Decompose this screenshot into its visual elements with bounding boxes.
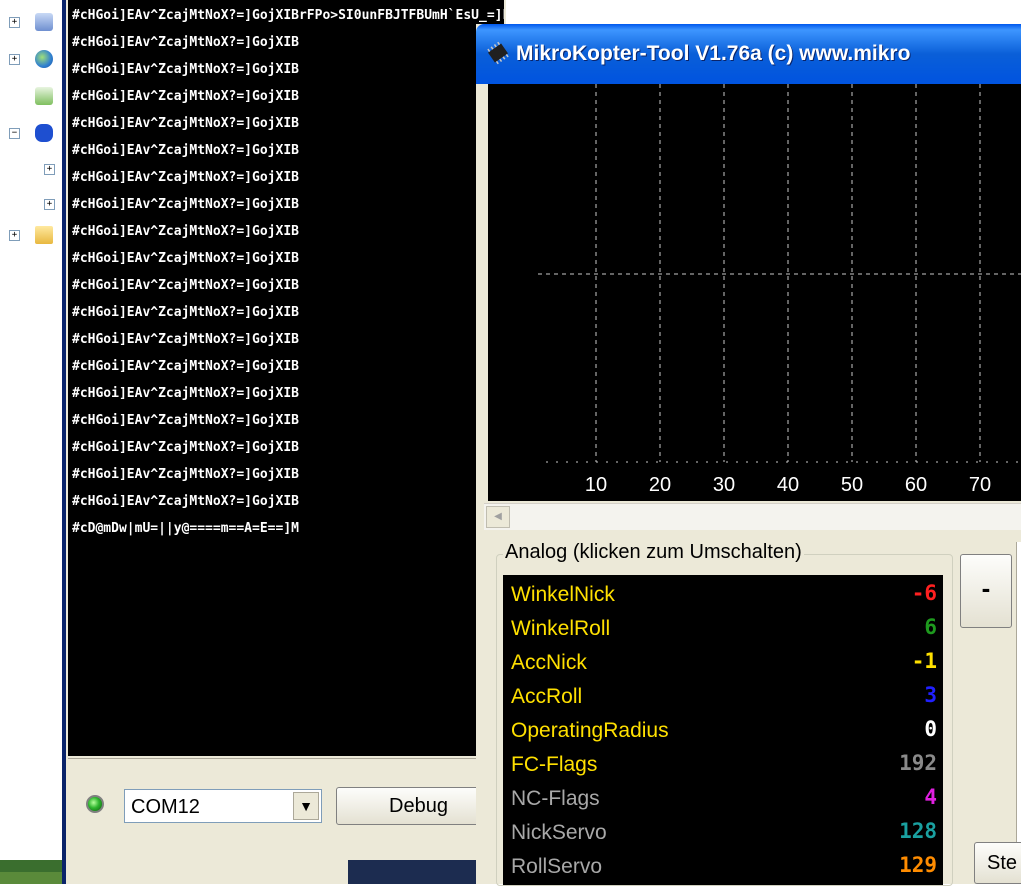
com-port-select[interactable]: COM12 ▼ (124, 789, 322, 823)
terminal-line: #cHGoi]EAv^ZcajMtNoX?=]GojXIB (72, 62, 299, 77)
analog-row[interactable]: OperatingRadius 0 (511, 715, 937, 749)
terminal-toolbar: COM12 ▼ Debug (68, 758, 506, 861)
window-titlebar[interactable]: MikroKopter-Tool V1.76a (c) www.mikro (476, 24, 1021, 84)
analog-row[interactable]: NC-Flags 4 (511, 783, 937, 817)
terminal-output[interactable]: #cHGoi]EAv^ZcajMtNoX?=]GojXIBrFPo>SI0unF… (68, 0, 504, 756)
control-panel-icon (35, 87, 53, 105)
terminal-line: #cHGoi]EAv^ZcajMtNoX?=]GojXIBrFPo>SI0unF… (72, 8, 504, 23)
tree-node[interactable] (0, 86, 62, 106)
tree-node[interactable]: + (0, 159, 62, 179)
minus-button[interactable]: - (960, 554, 1012, 628)
analog-value: -1 (911, 649, 937, 673)
graph-tick-label: 50 (841, 474, 863, 496)
terminal-line: #cHGoi]EAv^ZcajMtNoX?=]GojXIB (72, 278, 299, 293)
tree-node[interactable]: + (0, 49, 62, 69)
analog-value: 128 (899, 819, 937, 843)
analog-label: RollServo (511, 855, 603, 878)
com-port-value: COM12 (131, 796, 200, 818)
analog-row[interactable]: AccRoll 3 (511, 681, 937, 715)
terminal-line: #cHGoi]EAv^ZcajMtNoX?=]GojXIB (72, 386, 299, 401)
analog-row[interactable]: FC-Flags 192 (511, 749, 937, 783)
graph-tick-label: 30 (713, 474, 735, 496)
analog-label: FC-Flags (511, 753, 598, 776)
terminal-line: #cD@mDw|mU=||y@====m==A=E==]M (72, 521, 299, 536)
terminal-line: #cHGoi]EAv^ZcajMtNoX?=]GojXIB (72, 440, 299, 455)
analog-values-panel[interactable]: WinkelNick -6 WinkelRoll 6 AccNick -1 AccRoll 3… (503, 575, 943, 885)
analog-value: 0 (924, 717, 937, 741)
analog-label: NC-Flags (511, 787, 600, 810)
side-panel (1016, 542, 1021, 842)
window-title: MikroKopter-Tool V1.76a (c) www.mikro (516, 42, 911, 65)
debug-graph[interactable]: 10 20 30 40 50 60 70 (488, 84, 1021, 501)
analog-value: 192 (899, 751, 937, 775)
analog-label: NickServo (511, 821, 607, 844)
folder-icon (35, 226, 53, 244)
terminal-line: #cHGoi]EAv^ZcajMtNoX?=]GojXIB (72, 143, 299, 158)
computer-icon (35, 13, 53, 31)
tree-node[interactable]: − (0, 123, 62, 143)
expand-icon[interactable]: + (9, 230, 20, 241)
terminal-line: #cHGoi]EAv^ZcajMtNoX?=]GojXIB (72, 197, 299, 212)
analog-label: WinkelNick (511, 583, 615, 606)
analog-value: -6 (911, 581, 937, 605)
analog-caption[interactable]: Analog (klicken zum Umschalten) (503, 541, 804, 564)
terminal-line: #cHGoi]EAv^ZcajMtNoX?=]GojXIB (72, 359, 299, 374)
taskbar-fragment (68, 860, 504, 884)
terminal-line: #cHGoi]EAv^ZcajMtNoX?=]GojXIB (72, 467, 299, 482)
analog-row[interactable]: WinkelNick -6 (511, 579, 937, 613)
tree-node[interactable]: + (0, 225, 62, 245)
analog-row[interactable]: WinkelRoll 6 (511, 613, 937, 647)
mikrokopter-window: MikroKopter-Tool V1.76a (c) www.mikro 10… (476, 24, 1021, 886)
graph-tick-label: 20 (649, 474, 671, 496)
connection-led-icon (86, 795, 104, 813)
analog-row[interactable]: AccNick -1 (511, 647, 937, 681)
terminal-line: #cHGoi]EAv^ZcajMtNoX?=]GojXIB (72, 89, 299, 104)
expand-icon[interactable]: + (44, 164, 55, 175)
analog-row[interactable]: RollServo 129 (511, 851, 937, 885)
analog-label: AccRoll (511, 685, 583, 708)
terminal-window: #cHGoi]EAv^ZcajMtNoX?=]GojXIBrFPo>SI0unF… (62, 0, 506, 884)
chevron-down-icon[interactable]: ▼ (293, 792, 319, 820)
tree-node[interactable]: + (0, 12, 62, 32)
terminal-line: #cHGoi]EAv^ZcajMtNoX?=]GojXIB (72, 170, 299, 185)
expand-icon[interactable]: + (9, 17, 20, 28)
analog-value: 129 (899, 853, 937, 877)
analog-value: 6 (924, 615, 937, 639)
analog-value: 4 (924, 785, 937, 809)
start-button[interactable]: Ste (974, 842, 1021, 884)
graph-canvas: 10 20 30 40 50 60 70 (538, 84, 1021, 496)
analog-groupbox: Analog (klicken zum Umschalten) WinkelNi… (496, 541, 953, 886)
explorer-tree: + + − + + + (0, 0, 62, 884)
graph-tick-label: 40 (777, 474, 799, 496)
terminal-line: #cHGoi]EAv^ZcajMtNoX?=]GojXIB (72, 116, 299, 131)
start-button-label: Ste (987, 852, 1018, 874)
terminal-line: #cHGoi]EAv^ZcajMtNoX?=]GojXIB (72, 305, 299, 320)
analog-label: WinkelRoll (511, 617, 611, 640)
analog-label: AccNick (511, 651, 587, 674)
graph-tick-label: 70 (969, 474, 991, 496)
desktop-strip (0, 860, 62, 884)
chip-app-icon (487, 41, 509, 65)
collapse-icon[interactable]: − (9, 128, 20, 139)
bluetooth-icon (35, 124, 53, 142)
analog-label: OperatingRadius (511, 719, 669, 742)
expand-icon[interactable]: + (9, 54, 20, 65)
terminal-line: #cHGoi]EAv^ZcajMtNoX?=]GojXIB (72, 413, 299, 428)
graph-tick-label: 60 (905, 474, 927, 496)
graph-scrollbar[interactable]: ◀ (484, 503, 1021, 530)
tree-node[interactable]: + (0, 194, 62, 214)
graph-tick-label: 10 (585, 474, 607, 496)
scroll-left-icon[interactable]: ◀ (486, 506, 510, 528)
terminal-line: #cHGoi]EAv^ZcajMtNoX?=]GojXIB (72, 494, 299, 509)
terminal-line: #cHGoi]EAv^ZcajMtNoX?=]GojXIB (72, 332, 299, 347)
terminal-line: #cHGoi]EAv^ZcajMtNoX?=]GojXIB (72, 224, 299, 239)
terminal-line: #cHGoi]EAv^ZcajMtNoX?=]GojXIB (72, 35, 299, 50)
expand-icon[interactable]: + (44, 199, 55, 210)
debug-button-label: Debug (389, 795, 448, 817)
analog-row[interactable]: NickServo 128 (511, 817, 937, 851)
network-globe-icon (35, 50, 53, 68)
terminal-line: #cHGoi]EAv^ZcajMtNoX?=]GojXIB (72, 251, 299, 266)
analog-value: 3 (924, 683, 937, 707)
